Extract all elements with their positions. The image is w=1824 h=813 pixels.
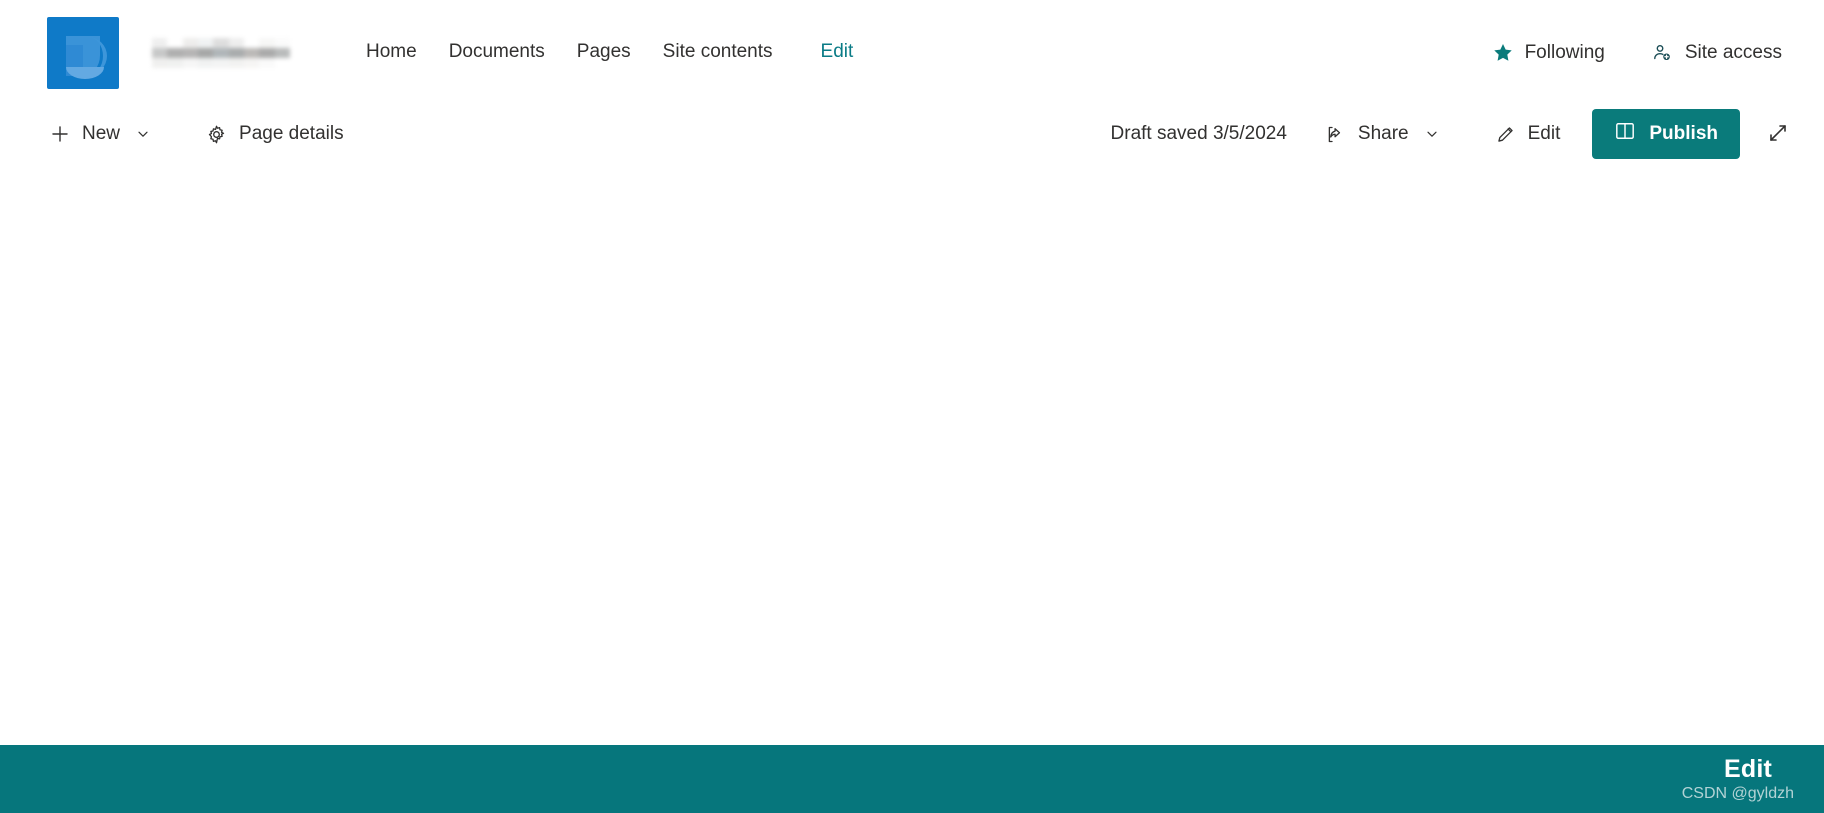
share-label: Share [1357, 123, 1409, 144]
command-bar-right-group: Draft saved 3/5/2024 Share Edit Publish [1111, 105, 1798, 163]
plus-icon [50, 124, 70, 144]
page-canvas[interactable] [0, 163, 1824, 750]
site-navigation: Home Documents Pages Site contents Edit [350, 34, 869, 71]
share-button[interactable]: Share [1315, 115, 1449, 153]
edit-button[interactable]: Edit [1485, 115, 1571, 153]
site-access-label: Site access [1684, 41, 1782, 63]
expand-diagonal-icon [1766, 121, 1790, 148]
watermark-text: CSDN @gyldzh [1681, 785, 1794, 802]
command-bar: New Page details Draft saved 3/5/2024 Sh… [0, 105, 1824, 163]
share-icon [1325, 124, 1346, 145]
chevron-down-icon[interactable] [1425, 127, 1439, 141]
expand-button[interactable] [1758, 113, 1798, 156]
nav-item-documents[interactable]: Documents [433, 34, 561, 71]
site-header: Home Documents Pages Site contents Edit … [0, 0, 1824, 105]
site-logo-icon[interactable] [47, 16, 119, 89]
gear-icon [206, 124, 227, 145]
nav-item-site-contents[interactable]: Site contents [647, 34, 789, 71]
site-footer: Edit CSDN @gyldzh [0, 745, 1824, 813]
nav-item-edit[interactable]: Edit [805, 34, 870, 71]
following-label: Following [1524, 41, 1605, 63]
people-add-icon [1651, 42, 1674, 64]
publish-label: Publish [1649, 123, 1718, 144]
new-button[interactable]: New [40, 115, 160, 153]
site-header-actions: Following Site access [1492, 0, 1782, 105]
chevron-down-icon[interactable] [136, 127, 150, 141]
site-access-button[interactable]: Site access [1651, 42, 1782, 64]
pencil-icon [1495, 124, 1516, 145]
publish-button[interactable]: Publish [1592, 109, 1740, 159]
draft-status-text: Draft saved 3/5/2024 [1110, 123, 1287, 144]
nav-item-pages[interactable]: Pages [561, 34, 647, 71]
footer-edit-label[interactable]: Edit [1724, 755, 1772, 784]
following-button[interactable]: Following [1492, 42, 1605, 64]
publish-book-icon [1614, 121, 1636, 147]
page-details-label: Page details [239, 123, 344, 144]
new-label: New [82, 123, 121, 144]
edit-label: Edit [1527, 123, 1561, 144]
page-details-button[interactable]: Page details [196, 115, 354, 153]
star-filled-icon [1492, 42, 1514, 64]
nav-item-home[interactable]: Home [350, 34, 433, 71]
site-title-redacted[interactable] [152, 37, 290, 68]
sharepoint-page: Home Documents Pages Site contents Edit … [0, 0, 1824, 813]
